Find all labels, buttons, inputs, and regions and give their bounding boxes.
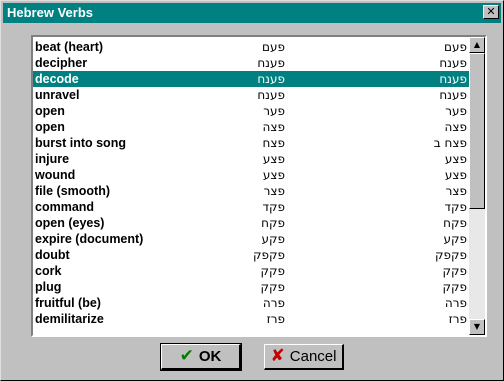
verb-form: פצר <box>445 184 467 198</box>
verb-english: wound <box>35 168 76 182</box>
verb-form: פקק <box>442 280 467 294</box>
verb-english: fruitful (be) <box>35 296 101 310</box>
verb-english: expire (document) <box>35 232 144 246</box>
list-item[interactable]: fruitful (be) פרה פרה <box>33 295 469 311</box>
window-title: Hebrew Verbs <box>7 5 93 20</box>
verb-root: פענח <box>257 88 285 102</box>
list-item[interactable]: unravel פענח פענח <box>33 87 469 103</box>
verb-root: פרה <box>262 296 285 310</box>
verb-english: burst into song <box>35 136 126 150</box>
verb-form: פער <box>445 104 467 118</box>
list-item[interactable]: cork פקק פקק <box>33 263 469 279</box>
verb-form: פצע <box>444 168 467 182</box>
verb-english: file (smooth) <box>35 184 110 198</box>
scroll-down-button[interactable]: ▼ <box>469 319 485 335</box>
verb-root: פקד <box>262 200 285 214</box>
list-item[interactable]: demilitarize פרז פרז <box>33 311 469 327</box>
list-item[interactable]: open פצה פצה <box>33 119 469 135</box>
arrow-up-icon: ▲ <box>473 40 481 49</box>
ok-button-label: OK <box>198 348 222 365</box>
verb-english: plug <box>35 280 62 294</box>
check-icon: ✔ <box>179 346 194 366</box>
verb-english: decipher <box>35 56 88 70</box>
verb-root: פענח <box>257 72 285 86</box>
list-item[interactable]: burst into song פצח פצח ב <box>33 135 469 151</box>
verb-english: decode <box>35 72 79 86</box>
verb-english: beat (heart) <box>35 40 104 54</box>
ok-button[interactable]: ✔ OK <box>160 343 242 371</box>
verb-root: פקח <box>261 216 285 230</box>
list-item[interactable]: open פער פער <box>33 103 469 119</box>
verb-english: open <box>35 120 65 134</box>
verb-root: פצע <box>262 168 285 182</box>
close-icon: ✕ <box>486 5 496 18</box>
verb-root: פצע <box>262 152 285 166</box>
list-item[interactable]: wound פצע פצע <box>33 167 469 183</box>
verb-root: פקפק <box>252 248 285 262</box>
list-item[interactable]: expire (document) פקע פקע <box>33 231 469 247</box>
dialog-window: Hebrew Verbs ✕ beat (heart) פעם פעם deciphe… <box>0 0 504 381</box>
list-item[interactable]: doubt פקפק פקפק <box>33 247 469 263</box>
verb-form: פקק <box>442 264 467 278</box>
verb-root: פענח <box>257 56 285 70</box>
verb-form: פצה <box>444 120 467 134</box>
scroll-up-button[interactable]: ▲ <box>469 37 485 53</box>
list-item[interactable]: command פקד פקד <box>33 199 469 215</box>
list-item[interactable]: decipher פענח פענח <box>33 55 469 71</box>
verb-listbox[interactable]: beat (heart) פעם פעם decipher פענח פענח decode… <box>31 35 487 337</box>
verb-form: פענח <box>439 88 467 102</box>
list-item[interactable]: file (smooth) פצר פצר <box>33 183 469 199</box>
verb-form: פרה <box>444 296 467 310</box>
verb-root: פער <box>263 104 285 118</box>
verb-english: doubt <box>35 248 70 262</box>
list-item[interactable]: injure פצע פצע <box>33 151 469 167</box>
list-item[interactable]: beat (heart) פעם פעם <box>33 39 469 55</box>
list-item[interactable]: decode פענח פענח <box>33 71 469 87</box>
verb-root: פקק <box>260 264 285 278</box>
close-button[interactable]: ✕ <box>483 5 499 19</box>
verb-form: פענח <box>439 56 467 70</box>
verb-english: open (eyes) <box>35 216 105 230</box>
verb-root: פעם <box>262 40 285 54</box>
verb-english: command <box>35 200 95 214</box>
title-bar[interactable]: Hebrew Verbs ✕ <box>3 3 501 23</box>
verb-form: פקח <box>443 216 467 230</box>
verb-form: פעם <box>444 40 467 54</box>
verb-root: פצר <box>263 184 285 198</box>
verb-english: injure <box>35 152 70 166</box>
verb-form: פענח <box>439 72 467 86</box>
cancel-button[interactable]: ✘ Cancel <box>264 344 344 370</box>
arrow-down-icon: ▼ <box>473 322 481 331</box>
list-item[interactable]: plug פקק פקק <box>33 279 469 295</box>
verb-root: פצח <box>262 136 285 150</box>
verb-root: פקע <box>261 232 285 246</box>
verb-form: פקד <box>444 200 467 214</box>
verb-root: פצה <box>262 120 285 134</box>
verb-english: cork <box>35 264 62 278</box>
verb-root: פקק <box>260 280 285 294</box>
x-icon: ✘ <box>270 346 285 366</box>
vertical-scrollbar[interactable]: ▲ ▼ <box>469 37 485 335</box>
verb-form: פקפק <box>434 248 467 262</box>
verb-root: פרז <box>266 312 285 326</box>
verb-list: beat (heart) פעם פעם decipher פענח פענח decode… <box>33 39 469 327</box>
list-item[interactable]: open (eyes) פקח פקח <box>33 215 469 231</box>
cancel-button-label: Cancel <box>289 348 337 365</box>
scrollbar-thumb[interactable] <box>469 53 485 209</box>
verb-form: פצח ב <box>433 136 467 150</box>
verb-form: פצע <box>444 152 467 166</box>
verb-form: פקע <box>443 232 467 246</box>
verb-english: unravel <box>35 88 80 102</box>
verb-english: demilitarize <box>35 312 104 326</box>
verb-form: פרז <box>448 312 467 326</box>
verb-english: open <box>35 104 65 118</box>
